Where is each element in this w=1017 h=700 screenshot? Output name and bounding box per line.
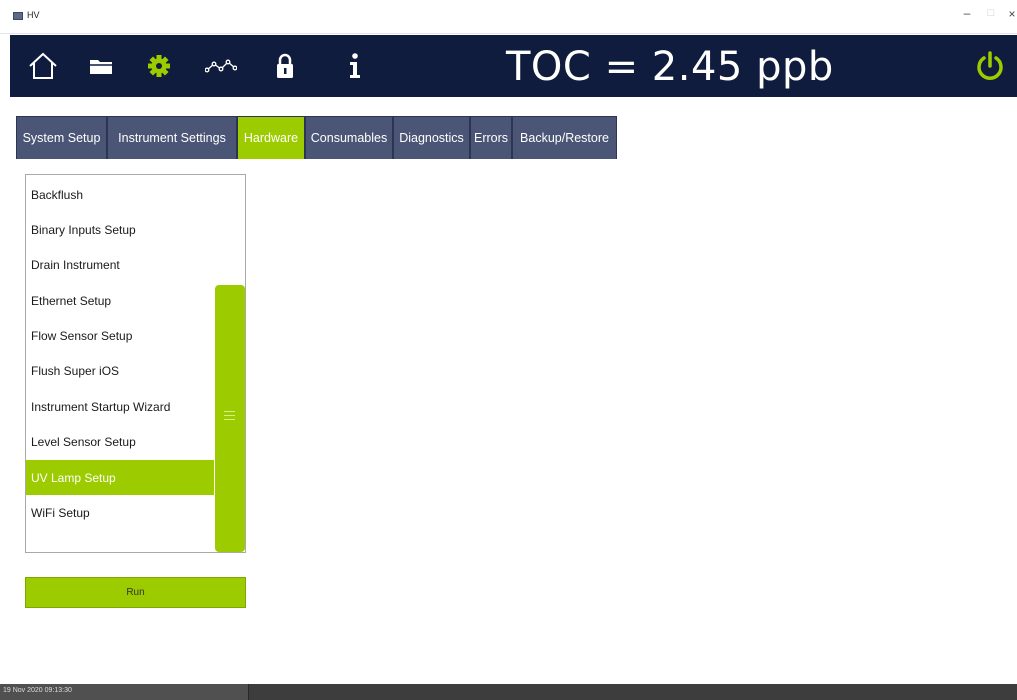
hardware-list: Backflush Binary Inputs Setup Drain Inst…: [25, 174, 246, 553]
info-icon[interactable]: [335, 49, 375, 83]
trend-icon[interactable]: [201, 49, 241, 83]
list-item-uv-lamp-setup[interactable]: UV Lamp Setup: [26, 460, 214, 495]
list-scrollbar[interactable]: [215, 285, 245, 552]
list-item-flush-super-ios[interactable]: Flush Super iOS: [26, 353, 214, 388]
maximize-button[interactable]: □: [982, 7, 1000, 19]
status-timestamp: 19 Nov 2020 09:13:30: [3, 687, 72, 694]
tab-system-setup[interactable]: System Setup: [16, 116, 107, 159]
main-toolbar: TOC = 2.45 ppb: [10, 35, 1017, 97]
list-item-binary-inputs-setup[interactable]: Binary Inputs Setup: [26, 212, 214, 247]
folder-icon[interactable]: [81, 49, 121, 83]
run-button[interactable]: Run: [25, 577, 246, 608]
status-timestamp-panel: 19 Nov 2020 09:13:30: [0, 684, 249, 700]
tab-instrument-settings[interactable]: Instrument Settings: [107, 116, 237, 159]
list-item-wifi-setup[interactable]: WiFi Setup: [26, 495, 214, 530]
tab-hardware[interactable]: Hardware: [237, 116, 305, 159]
lock-icon[interactable]: [265, 49, 305, 83]
minimize-button[interactable]: –: [958, 6, 976, 20]
window-title: HV: [27, 10, 40, 20]
tab-errors[interactable]: Errors: [470, 116, 512, 159]
list-item-ethernet-setup[interactable]: Ethernet Setup: [26, 283, 214, 318]
list-item-flow-sensor-setup[interactable]: Flow Sensor Setup: [26, 318, 214, 353]
settings-tabs: System Setup Instrument Settings Hardwar…: [16, 116, 617, 159]
tab-diagnostics[interactable]: Diagnostics: [393, 116, 470, 159]
list-item-backflush[interactable]: Backflush: [26, 177, 214, 212]
tab-backup-restore[interactable]: Backup/Restore: [512, 116, 617, 159]
status-bar: 19 Nov 2020 09:13:30: [0, 684, 1017, 700]
tab-consumables[interactable]: Consumables: [305, 116, 393, 159]
app-icon: [13, 12, 23, 20]
toc-reading: TOC = 2.45 ppb: [506, 44, 834, 90]
window-title-bar: HV – □ ×: [0, 0, 1017, 34]
gear-icon[interactable]: [139, 49, 179, 83]
power-icon[interactable]: [973, 49, 1007, 83]
list-item-drain-instrument[interactable]: Drain Instrument: [26, 247, 214, 282]
close-button[interactable]: ×: [1003, 7, 1017, 21]
list-item-level-sensor-setup[interactable]: Level Sensor Setup: [26, 424, 214, 459]
scrollbar-grip-icon: [224, 411, 235, 423]
home-icon[interactable]: [23, 49, 63, 83]
list-item-instrument-startup-wizard[interactable]: Instrument Startup Wizard: [26, 389, 214, 424]
